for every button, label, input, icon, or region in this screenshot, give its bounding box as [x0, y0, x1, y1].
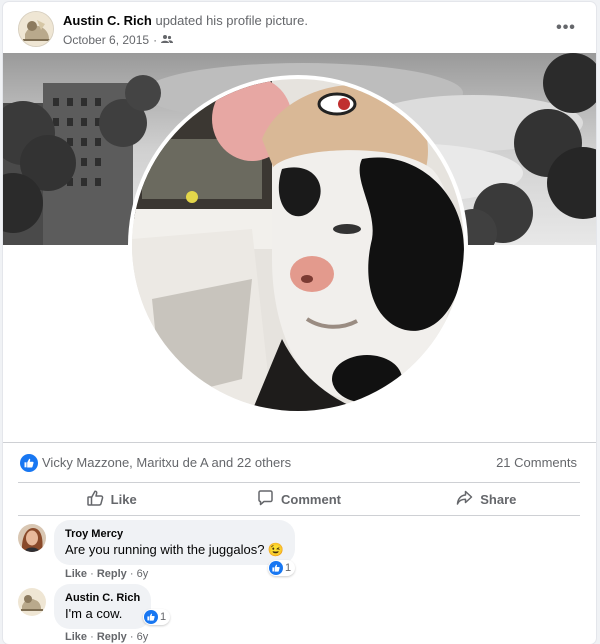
post-header: Austin C. Rich updated his profile pictu… [3, 2, 596, 52]
post-card: Austin C. Rich updated his profile pictu… [3, 2, 596, 644]
commenter-name[interactable]: Austin C. Rich [65, 591, 140, 605]
comment-reaction-count: 1 [285, 562, 292, 574]
more-options-button[interactable]: ••• [554, 16, 578, 40]
author-name[interactable]: Austin C. Rich [63, 13, 152, 28]
post-action-text: updated his profile picture. [155, 13, 308, 28]
comment-actions: Like · Reply · 6y [65, 631, 148, 643]
wink-emoji: 😉 [267, 542, 284, 557]
friends-icon[interactable] [161, 33, 174, 47]
comment-bubble: Troy Mercy Are you running with the jugg… [54, 520, 295, 565]
comment-item: Austin C. Rich I'm a cow. 1 Like · Reply… [18, 584, 588, 644]
like-icon [269, 561, 283, 575]
commenter-avatar[interactable] [18, 524, 46, 552]
comment-text-row: Are you running with the juggalos? 😉 [65, 541, 284, 558]
comment-like-link[interactable]: Like [65, 631, 87, 643]
post-actions-bar: Like Comment Share [18, 482, 580, 516]
comment-reply-link[interactable]: Reply [97, 631, 127, 643]
comment-like-link[interactable]: Like [65, 568, 87, 580]
comment-age[interactable]: 6y [137, 631, 149, 643]
like-icon [144, 610, 158, 624]
share-button[interactable]: Share [393, 483, 580, 515]
comment-text: I'm a cow. [65, 606, 123, 621]
comment-reaction[interactable]: 1 [143, 609, 171, 625]
link-separator: · [129, 631, 134, 643]
comment-button[interactable]: Comment [205, 483, 392, 515]
like-button-label: Like [110, 491, 137, 507]
comment-button-label: Comment [281, 491, 341, 507]
comment-age[interactable]: 6y [137, 568, 149, 580]
thumbs-up-icon [86, 489, 104, 509]
post-meta: October 6, 2015 · [63, 33, 308, 47]
link-separator: · [90, 631, 94, 643]
like-button[interactable]: Like [18, 483, 205, 515]
share-arrow-icon [456, 490, 473, 509]
comment-item: Troy Mercy Are you running with the jugg… [18, 520, 588, 580]
reactions-bar: Vicky Mazzone, Maritxu de A and 22 other… [3, 442, 596, 482]
like-icon[interactable] [20, 454, 38, 472]
profile-update-photo[interactable] [3, 53, 596, 441]
header-text: Austin C. Rich updated his profile pictu… [63, 13, 308, 47]
reactions-summary[interactable]: Vicky Mazzone, Maritxu de A and 22 other… [42, 455, 291, 470]
comment-text-row: I'm a cow. [65, 605, 140, 622]
comment-text: Are you running with the juggalos? [65, 542, 265, 557]
comment-reply-link[interactable]: Reply [97, 568, 127, 580]
post-date[interactable]: October 6, 2015 [63, 33, 149, 47]
comment-actions: Like · Reply · 6y [65, 568, 148, 580]
share-button-label: Share [480, 491, 517, 507]
header-line: Austin C. Rich updated his profile pictu… [63, 13, 308, 29]
comments-count[interactable]: 21 Comments [496, 455, 577, 470]
author-avatar[interactable] [18, 11, 54, 47]
profile-picture[interactable] [128, 75, 468, 415]
profile-picture-image [132, 79, 464, 411]
comment-bubble: Austin C. Rich I'm a cow. [54, 584, 152, 629]
link-separator: · [90, 568, 94, 580]
meta-separator: · [153, 33, 158, 47]
comment-reaction-count: 1 [160, 611, 167, 623]
link-separator: · [129, 568, 134, 580]
commenter-avatar[interactable] [18, 588, 46, 616]
commenter-name[interactable]: Troy Mercy [65, 527, 284, 541]
comment-reaction[interactable]: 1 [268, 560, 296, 576]
comment-icon [257, 489, 274, 509]
